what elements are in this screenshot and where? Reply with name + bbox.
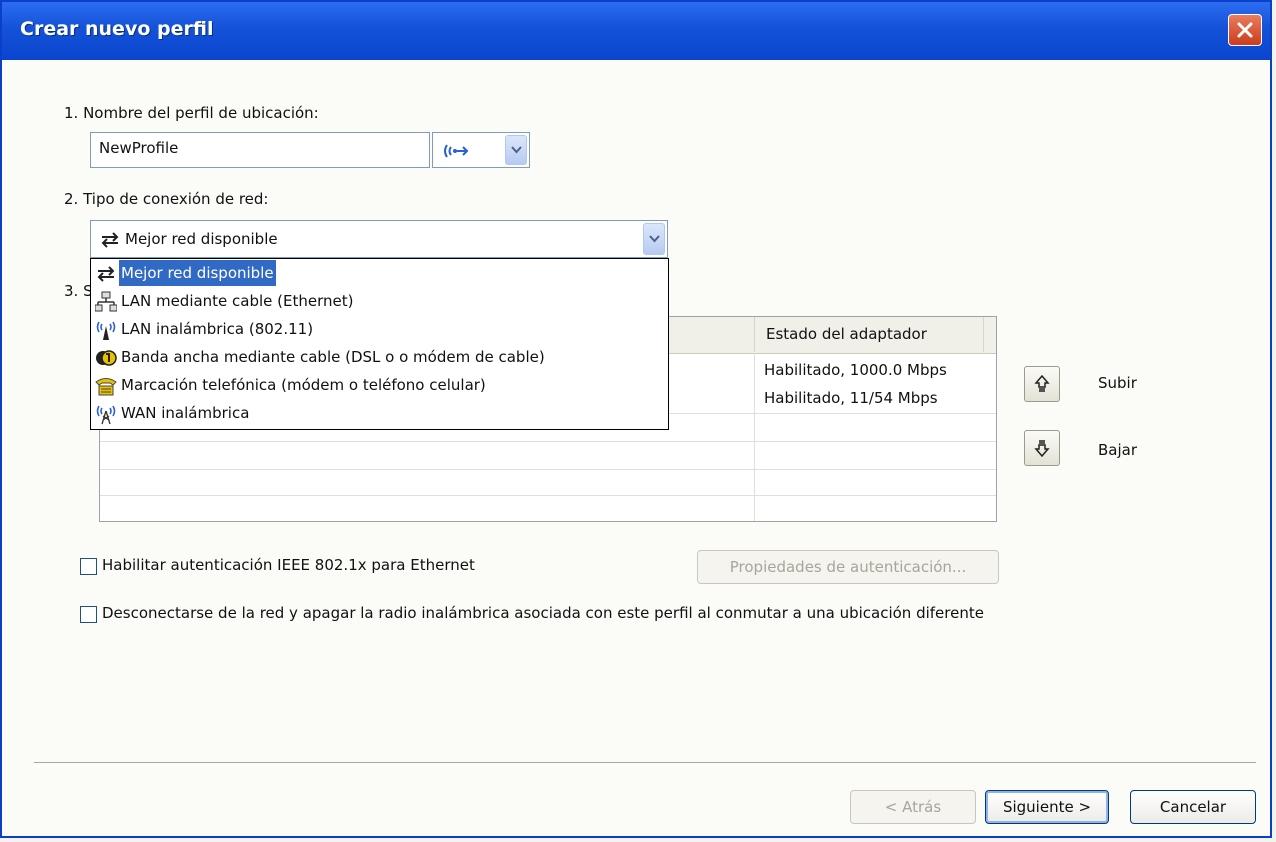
dropdown-option-wireless-lan[interactable]: LAN inalámbrica (802.11) [95,316,655,342]
chevron-down-icon [511,146,522,154]
next-button[interactable]: Siguiente > [985,790,1109,824]
best-network-icon [101,232,119,248]
wireless-lan-icon [96,321,116,340]
dropdown-option-broadband[interactable]: Banda ancha mediante cable (DSL o o móde… [95,344,655,370]
adapter-order-label: 3. S [64,282,93,300]
chevron-down-icon [649,235,660,243]
profile-icon-combo[interactable] [432,132,530,168]
row-divider [100,469,996,470]
disconnect-on-switch-label[interactable]: Desconectarse de la red y apagar la radi… [102,604,984,622]
enable-8021x-checkbox[interactable] [80,558,97,575]
footer-separator [34,762,1256,766]
row-divider [100,495,996,496]
wireless-location-icon [444,144,469,158]
create-profile-dialog: Crear nuevo perfil 1. Nombre del perfil … [0,0,1272,838]
wired-lan-icon [95,291,117,312]
dropdown-option-best-network[interactable]: Mejor red disponible [95,260,655,286]
profile-name-label: 1. Nombre del perfil de ubicación: [64,104,319,122]
cancel-button[interactable]: Cancelar [1130,790,1256,824]
dropdown-option-dialup[interactable]: Marcación telefónica (módem o teléfono c… [95,372,655,398]
connection-type-label: 2. Tipo de conexión de red: [64,190,269,208]
dropdown-option-label: LAN mediante cable (Ethernet) [121,292,354,310]
dropdown-option-label: Marcación telefónica (módem o teléfono c… [121,376,486,394]
close-icon [1237,22,1253,38]
dropdown-option-label: Banda ancha mediante cable (DSL o o móde… [121,348,545,366]
arrow-down-icon [1034,440,1050,457]
title-bar[interactable]: Crear nuevo perfil [2,2,1270,60]
move-down-button[interactable] [1024,430,1060,466]
dialup-phone-icon [95,378,117,396]
close-button[interactable] [1228,14,1262,46]
profile-name-input[interactable]: NewProfile [90,132,430,168]
connection-type-value: Mejor red disponible [125,230,278,248]
window-title: Crear nuevo perfil [20,18,214,40]
move-up-label: Subir [1098,374,1137,392]
profile-icon-dropdown-button[interactable] [505,135,527,165]
dropdown-option-wired-lan[interactable]: LAN mediante cable (Ethernet) [95,288,655,314]
adapter-status-cell[interactable]: Habilitado, 1000.0 Mbps [764,361,947,379]
arrow-up-icon [1034,375,1050,392]
row-divider [100,441,996,442]
auth-properties-button[interactable]: Propiedades de autenticación... [697,550,999,584]
enable-8021x-label[interactable]: Habilitar autenticación IEEE 802.1x para… [102,556,475,574]
connection-type-dropdown-button[interactable] [643,223,665,255]
broadband-icon [96,350,117,366]
dropdown-option-label: WAN inalámbrica [121,404,250,422]
back-button[interactable]: < Atrás [850,790,976,824]
wireless-wan-icon [96,405,116,425]
move-up-button[interactable] [1024,366,1060,402]
dropdown-option-wireless-wan[interactable]: WAN inalámbrica [95,400,655,426]
connection-type-dropdown-list: Mejor red disponible LAN mediante cable … [90,258,669,430]
column-header-adapter-status[interactable]: Estado del adaptador [754,317,984,352]
disconnect-on-switch-checkbox[interactable] [80,606,97,623]
move-down-label: Bajar [1098,441,1138,459]
adapter-status-cell[interactable]: Habilitado, 11/54 Mbps [764,389,938,407]
best-network-icon [97,266,115,282]
dropdown-option-label: LAN inalámbrica (802.11) [121,320,314,338]
connection-type-select[interactable]: Mejor red disponible [90,220,668,258]
dropdown-option-label: Mejor red disponible [119,260,276,286]
